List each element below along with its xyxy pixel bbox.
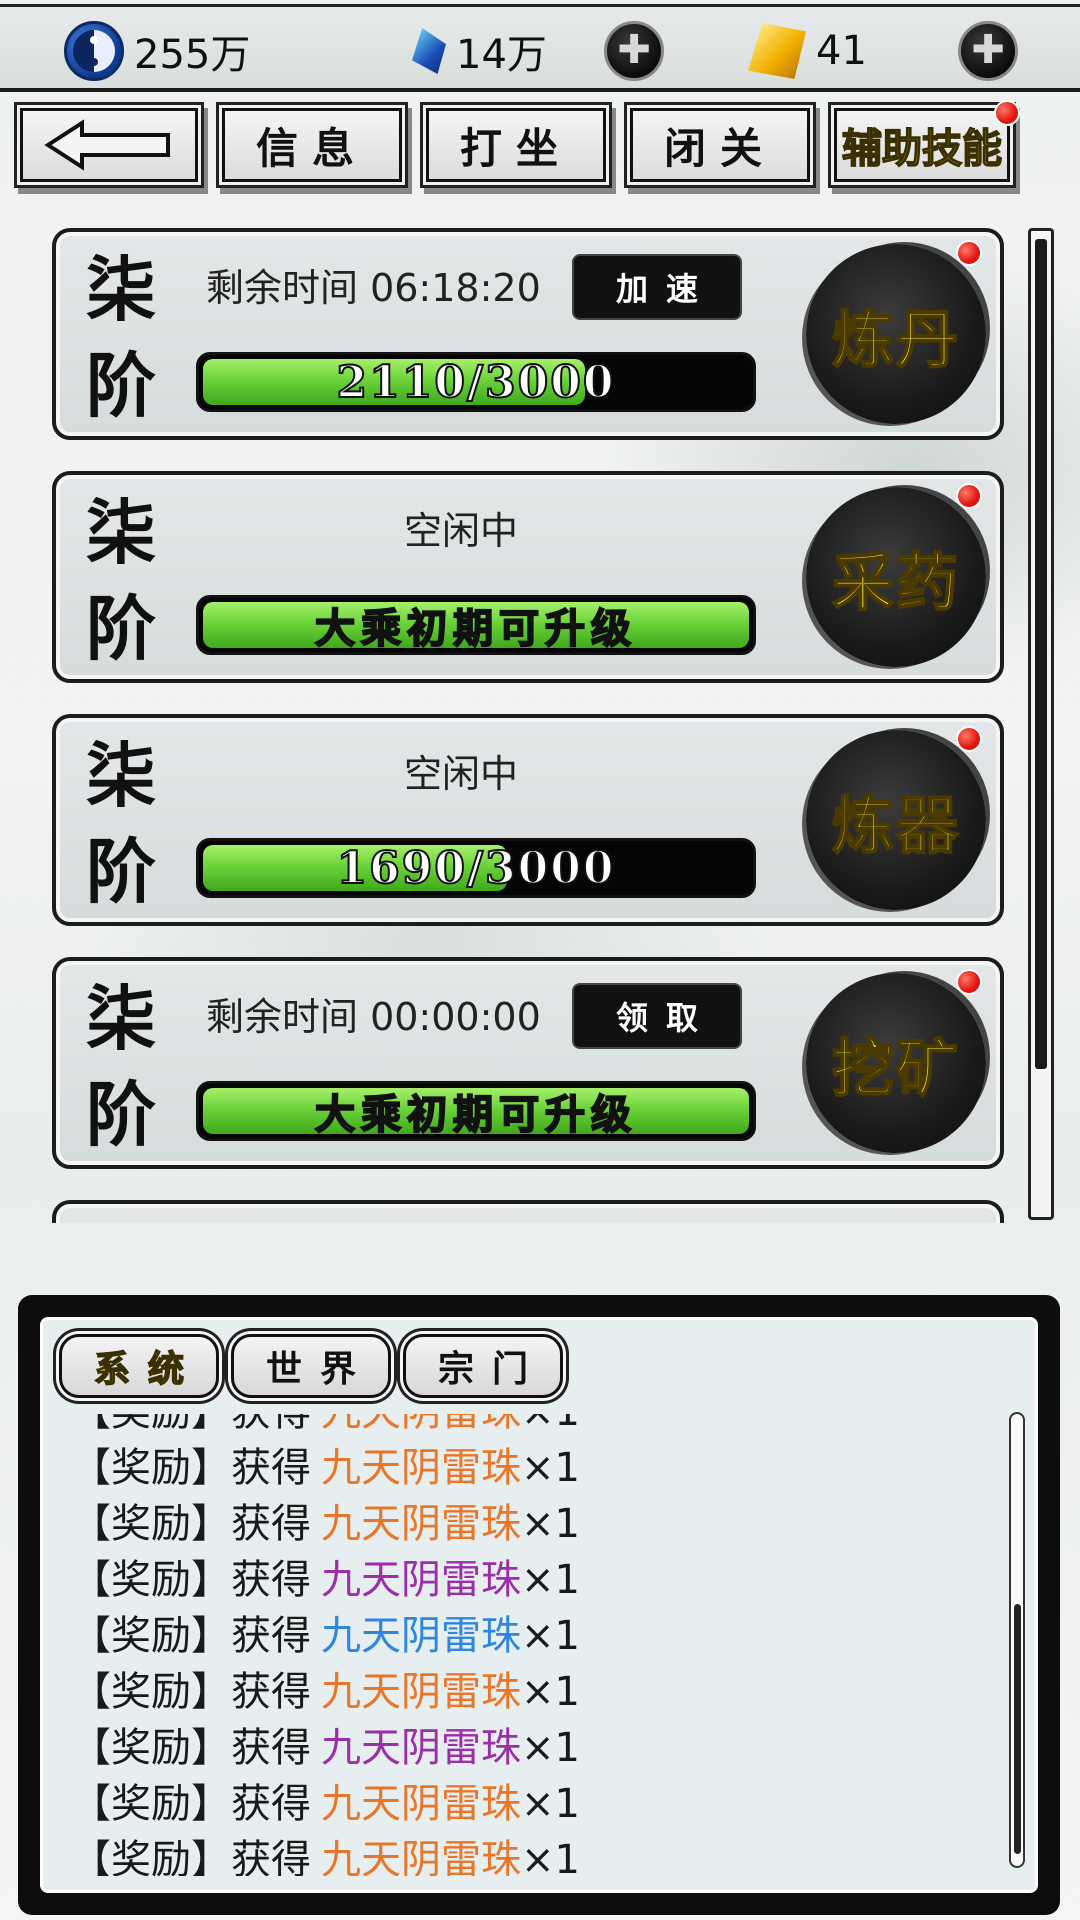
chat-log-line: 【奖励】获得九天阴雷珠×1 [71,1664,580,1720]
progress-text: 大乘初期可升级 [314,1090,637,1138]
log-item-name: 九天阴雷珠 [321,1557,521,1603]
log-item-name: 九天阴雷珠 [321,1501,521,1547]
progress-bar: 大乘初期可升级 [196,1081,756,1141]
log-quantity: ×1 [521,1613,580,1659]
skill-card-mining: 柒阶 剩余时间 00:00:00 领取 大乘初期可升级 挖矿 [52,957,1004,1169]
log-item-name: 九天阴雷珠 [321,1669,521,1715]
skill-list-scrollbar[interactable] [1028,228,1054,1220]
skill-list[interactable]: 柒阶 剩余时间 06:18:20 加速 2110/3000 炼丹 柒阶 空闲中 … [0,220,1080,1223]
spirit-value: 255万 [134,32,251,78]
progress-text: 2110/3000 [336,356,616,409]
add-gold-button[interactable]: ✚ [958,21,1018,81]
skill-card-herb-gathering: 柒阶 空闲中 大乘初期可升级 采药 [52,471,1004,683]
log-prefix: 【奖励】获得 [71,1669,311,1715]
chat-log-line: 【奖励】获得九天阴雷珠×1 [71,1608,580,1664]
tier-label: 柒阶 [86,491,156,670]
scrollbar-thumb[interactable] [1035,239,1047,1069]
tier-label: 柒阶 [86,734,156,913]
progress-text: 大乘初期可升级 [314,604,637,652]
gold-value: 41 [816,28,867,74]
chat-log-line: 【奖励】获得九天阴雷珠×1 [71,1552,580,1608]
scrollbar-thumb[interactable] [1014,1604,1021,1854]
tab-world[interactable]: 世界 [231,1334,391,1398]
chat-log-line: 【奖励】获得九天阴雷珠×1 [71,1776,580,1832]
notification-dot [956,726,982,752]
progress-text: 1690/3000 [336,842,616,895]
log-prefix: 【奖励】获得 [71,1613,311,1659]
tab-seclusion[interactable]: 闭关 [627,105,813,185]
yin-yang-icon [64,21,124,81]
chat-log-line: 【奖励】获得九天阴雷珠×1 [71,1440,580,1496]
progress-bar: 2110/3000 [196,352,756,412]
log-quantity: ×1 [521,1557,580,1603]
log-item-name: 九天阴雷珠 [321,1781,521,1827]
status-text: 空闲中 [403,509,518,553]
skill-card-alchemy: 柒阶 剩余时间 06:18:20 加速 2110/3000 炼丹 [52,228,1004,440]
chat-log-list: 【奖励】获得 九天阴雷珠×1 【奖励】获得 九天阴雷珠×1 【奖励】获得 九天阴雷珠×1 【… [71,1414,580,1876]
tab-sect[interactable]: 宗门 [403,1334,563,1398]
crystal-value: 14万 [456,32,547,78]
log-quantity: ×1 [521,1414,580,1435]
blue-crystal-icon [412,28,446,74]
skill-herb-gathering-button[interactable]: 采药 [806,487,986,667]
add-crystal-button[interactable]: ✚ [604,21,664,81]
progress-bar: 大乘初期可升级 [196,595,756,655]
log-item-name: 九天阴雷珠 [321,1414,521,1435]
chat-inner: 系统 世界 宗门 【奖励】获得 九天阴雷珠×1 【奖励】获得 九天阴雷珠×1 【奖励】获… [40,1317,1038,1893]
chat-panel: 系统 世界 宗门 【奖励】获得 九天阴雷珠×1 【奖励】获得 九天阴雷珠×1 【奖励】获… [18,1295,1060,1915]
log-prefix: 【奖励】获得 [71,1414,311,1435]
log-prefix: 【奖励】获得 [71,1837,311,1876]
status-text: 空闲中 [403,752,518,796]
tier-label: 柒阶 [86,977,156,1156]
tier-label: 柒阶 [86,248,156,427]
tab-auxiliary-skills[interactable]: 辅助技能 [831,105,1013,185]
log-quantity: ×1 [521,1725,580,1771]
chat-log-line: 【奖励】获得九天阴雷珠×1 [71,1496,580,1552]
chat-log-line: 【奖励】获得九天阴雷珠×1 [71,1720,580,1776]
log-item-name: 九天阴雷珠 [321,1445,521,1491]
log-prefix: 【奖励】获得 [71,1445,311,1491]
chat-log[interactable]: 【奖励】获得 九天阴雷珠×1 【奖励】获得 九天阴雷珠×1 【奖励】获得 九天阴雷珠×1 【… [71,1414,971,1876]
status-text: 剩余时间 06:18:20 [206,266,541,310]
gold-gem-icon [748,23,806,79]
notification-dot [956,483,982,509]
speed-up-button[interactable]: 加速 [572,254,742,320]
log-item-name: 九天阴雷珠 [321,1613,521,1659]
back-arrow-icon [44,119,174,171]
log-prefix: 【奖励】获得 [71,1501,311,1547]
log-item-name: 九天阴雷珠 [321,1725,521,1771]
log-quantity: ×1 [521,1501,580,1547]
skill-card-forging: 柒阶 空闲中 1690/3000 炼器 [52,714,1004,926]
notification-dot [956,240,982,266]
log-prefix: 【奖励】获得 [71,1725,311,1771]
log-item-name: 九天阴雷珠 [321,1837,521,1876]
back-button[interactable] [17,105,201,185]
tab-meditate[interactable]: 打坐 [423,105,609,185]
log-quantity: ×1 [521,1781,580,1827]
chat-log-line: 【奖励】获得九天阴雷珠×1 [71,1414,580,1440]
skill-forging-button[interactable]: 炼器 [806,730,986,910]
tab-info[interactable]: 信息 [219,105,405,185]
log-quantity: ×1 [521,1445,580,1491]
progress-bar: 1690/3000 [196,838,756,898]
spirit-resource: 255万 [64,7,250,95]
resource-bar: 255万 14万 ✚ 41 ✚ [0,4,1080,92]
chat-log-line: 【奖励】获得九天阴雷珠×1 [71,1832,580,1876]
skill-card-partial [52,1200,1004,1223]
log-prefix: 【奖励】获得 [71,1781,311,1827]
notification-dot [956,969,982,995]
tab-system[interactable]: 系统 [59,1334,219,1398]
crystal-resource: 14万 [412,7,547,95]
chat-scrollbar[interactable] [1009,1412,1025,1868]
log-prefix: 【奖励】获得 [71,1557,311,1603]
log-quantity: ×1 [521,1669,580,1715]
skill-alchemy-button[interactable]: 炼丹 [806,244,986,424]
skill-mining-button[interactable]: 挖矿 [806,973,986,1153]
notification-dot [994,100,1020,126]
status-text: 剩余时间 00:00:00 [206,995,541,1039]
gold-resource: 41 [748,7,867,95]
claim-button[interactable]: 领取 [572,983,742,1049]
log-quantity: ×1 [521,1837,580,1876]
